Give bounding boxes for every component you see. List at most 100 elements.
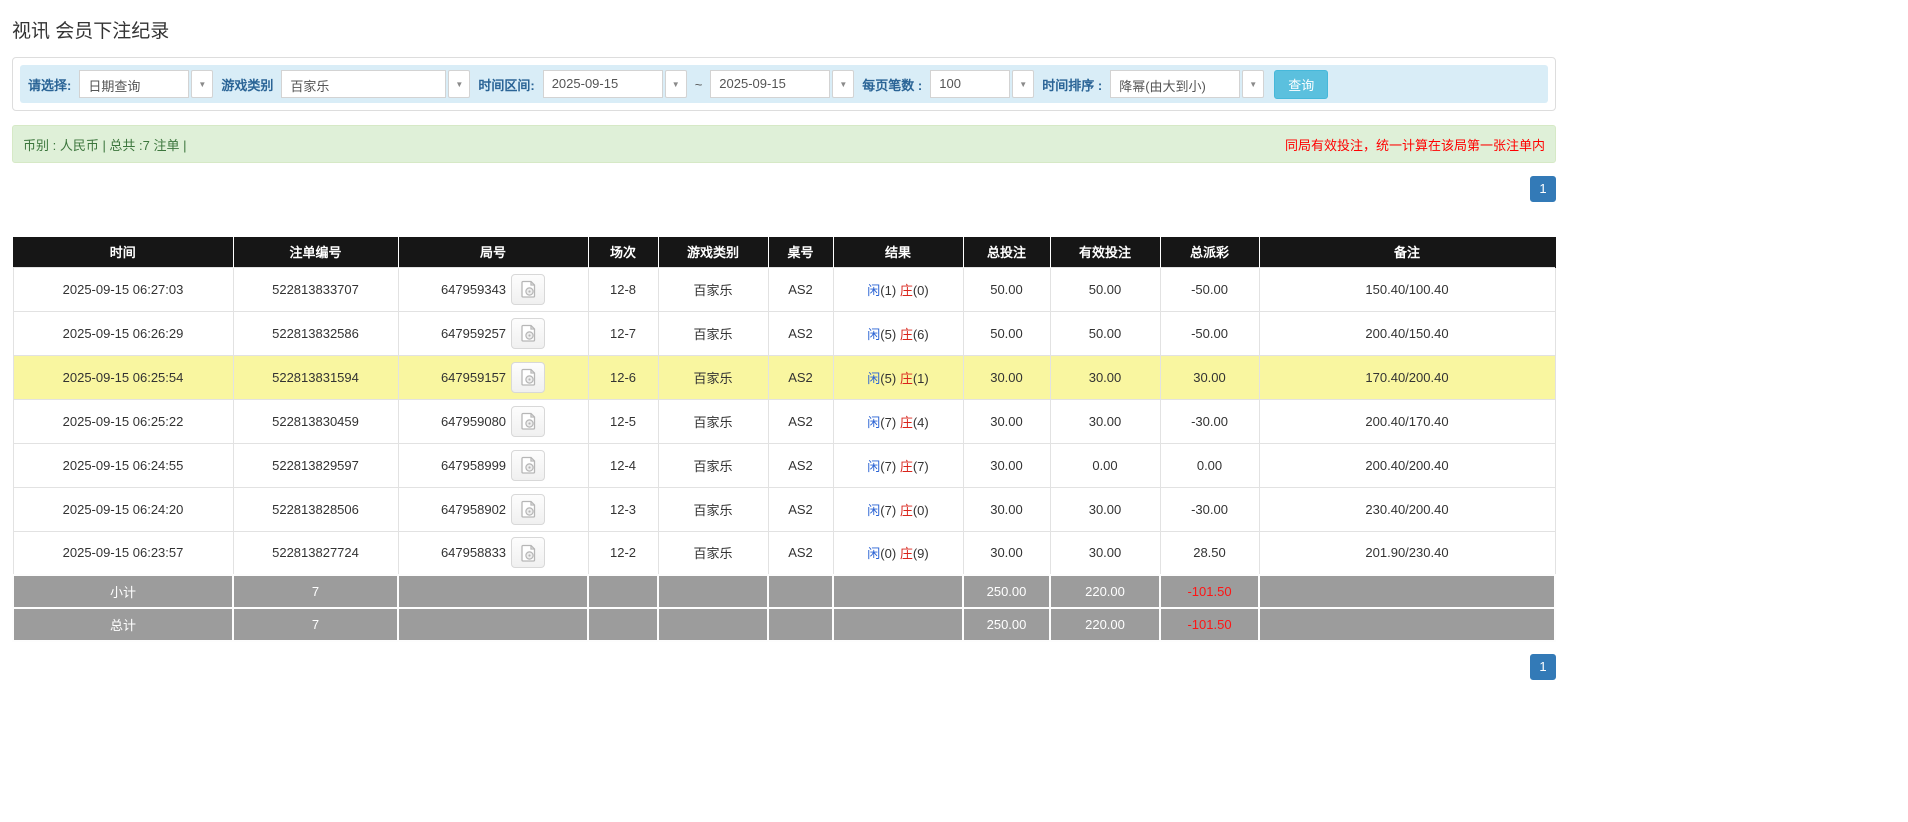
result-player-label: 闲 [867, 282, 881, 298]
page-1-button[interactable]: 1 [1530, 654, 1556, 680]
cell-valid-bet: 30.00 [1049, 530, 1161, 576]
subtotal-label: 小计 [12, 574, 234, 609]
cell-session: 12-7 [587, 310, 659, 356]
cell-session: 12-5 [587, 398, 659, 444]
pagination-top: 1 [12, 176, 1556, 202]
cell-result: 闲(5) 庄(6) [832, 310, 964, 356]
page-root: 视讯 会员下注纪录 请选择: 日期查询 ▼ 游戏类别 百家乐 ▼ 时间区间: 2… [0, 0, 1568, 680]
video-record-icon [520, 368, 535, 386]
col-header-remark: 备注 [1259, 237, 1556, 267]
result-player-label: 闲 [867, 546, 881, 562]
game-type-value[interactable]: 百家乐 [281, 70, 447, 98]
cell-result: 闲(1) 庄(0) [832, 266, 964, 312]
round-number: 647959343 [440, 281, 507, 297]
subtotal-count: 7 [232, 574, 399, 609]
time-sort-label: 时间排序 : [1042, 77, 1103, 93]
table-row: 2025-09-15 06:24:55 522813829597 6479589… [12, 442, 1556, 488]
result-banker-count: (4) [912, 414, 929, 430]
chevron-down-icon[interactable]: ▼ [448, 70, 471, 98]
cell-payout: 30.00 [1159, 354, 1260, 400]
cell-time: 2025-09-15 06:27:03 [12, 266, 234, 312]
video-record-icon [520, 324, 535, 342]
result-player-label: 闲 [867, 414, 881, 430]
chevron-down-icon[interactable]: ▼ [1012, 70, 1035, 98]
cell-remark: 170.40/200.40 [1258, 354, 1556, 400]
cell-game: 百家乐 [657, 310, 769, 356]
time-sort-select[interactable]: 降幂(由大到小) ▼ [1110, 70, 1265, 98]
date-from-select[interactable]: 2025-09-15 ▼ [542, 70, 687, 98]
col-header-result: 结果 [833, 237, 964, 267]
total-payout: -101.50 [1159, 607, 1260, 642]
chevron-down-icon[interactable]: ▼ [191, 70, 214, 98]
result-banker-count: (7) [912, 458, 929, 474]
page-size-select[interactable]: 100 ▼ [930, 70, 1035, 98]
page-size-value[interactable]: 100 [930, 70, 1011, 98]
cell-total-bet[interactable]: 30.00 [962, 442, 1051, 488]
cell-table: AS2 [767, 530, 834, 576]
col-header-round: 局号 [398, 237, 589, 267]
cell-payout: -30.00 [1159, 486, 1260, 532]
col-header-table: 桌号 [768, 237, 834, 267]
video-record-icon [520, 412, 535, 430]
time-sort-value[interactable]: 降幂(由大到小) [1110, 70, 1241, 98]
video-replay-button[interactable] [511, 361, 546, 393]
col-header-bet-id: 注单编号 [233, 237, 399, 267]
col-header-valid-bet: 有效投注 [1050, 237, 1161, 267]
cell-session: 12-2 [587, 530, 659, 576]
date-from-value[interactable]: 2025-09-15 [542, 70, 663, 98]
result-banker-count: (0) [912, 282, 929, 298]
cell-table: AS2 [767, 354, 834, 400]
cell-time: 2025-09-15 06:23:57 [12, 530, 234, 576]
total-valid-bet: 220.00 [1049, 607, 1161, 642]
video-replay-button[interactable] [511, 317, 546, 349]
total-label: 总计 [12, 607, 234, 642]
round-number: 647959257 [440, 325, 507, 341]
cell-total-bet[interactable]: 30.00 [962, 398, 1051, 444]
pagination-bottom: 1 [12, 654, 1556, 680]
round-number: 647958833 [440, 545, 507, 561]
chevron-down-icon[interactable]: ▼ [1242, 70, 1265, 98]
subtotal-row: 小计 7 250.00 220.00 -101.50 [12, 574, 1556, 609]
video-replay-button[interactable] [511, 405, 546, 437]
game-type-select[interactable]: 百家乐 ▼ [281, 70, 471, 98]
chevron-down-icon[interactable]: ▼ [664, 70, 687, 98]
query-type-select[interactable]: 日期查询 ▼ [79, 70, 214, 98]
result-banker-label: 庄 [899, 282, 913, 298]
cell-valid-bet: 30.00 [1049, 354, 1161, 400]
cell-bet-id: 522813829597 [232, 442, 399, 488]
video-replay-button[interactable] [511, 273, 546, 305]
cell-payout: -50.00 [1159, 266, 1260, 312]
cell-remark: 200.40/200.40 [1258, 442, 1556, 488]
video-replay-button[interactable] [511, 449, 546, 481]
video-replay-button[interactable] [511, 493, 546, 525]
cell-total-bet[interactable]: 30.00 [962, 530, 1051, 576]
cell-round: 647958833 [397, 530, 589, 576]
subtotal-total-bet: 250.00 [962, 574, 1051, 609]
col-header-total-bet: 总投注 [963, 237, 1051, 267]
cell-total-bet[interactable]: 30.00 [962, 486, 1051, 532]
range-tilde: ~ [694, 76, 703, 92]
cell-game: 百家乐 [657, 354, 769, 400]
cell-valid-bet: 0.00 [1049, 442, 1161, 488]
cell-total-bet[interactable]: 30.00 [962, 354, 1051, 400]
result-banker-label: 庄 [899, 458, 913, 474]
page-1-button[interactable]: 1 [1530, 176, 1556, 202]
cell-total-bet[interactable]: 50.00 [962, 266, 1051, 312]
table-row: 2025-09-15 06:23:57 522813827724 6479588… [12, 530, 1556, 576]
round-number: 647959157 [440, 369, 507, 385]
video-record-icon [520, 456, 535, 474]
video-replay-button[interactable] [511, 537, 546, 569]
chevron-down-icon[interactable]: ▼ [832, 70, 855, 98]
summary-bar: 币别 : 人民币 | 总共 :7 注单 | 同局有效投注，统一计算在该局第一张注… [12, 125, 1556, 163]
result-player-count: (1) [880, 282, 897, 298]
cell-total-bet[interactable]: 50.00 [962, 310, 1051, 356]
cell-table: AS2 [767, 266, 834, 312]
query-type-value[interactable]: 日期查询 [79, 70, 190, 98]
search-button[interactable]: 查询 [1274, 69, 1329, 99]
date-to-select[interactable]: 2025-09-15 ▼ [710, 70, 855, 98]
round-number: 647958902 [440, 501, 507, 517]
cell-payout: 0.00 [1159, 442, 1260, 488]
cell-table: AS2 [767, 486, 834, 532]
date-to-value[interactable]: 2025-09-15 [710, 70, 831, 98]
cell-round: 647959257 [397, 310, 589, 356]
